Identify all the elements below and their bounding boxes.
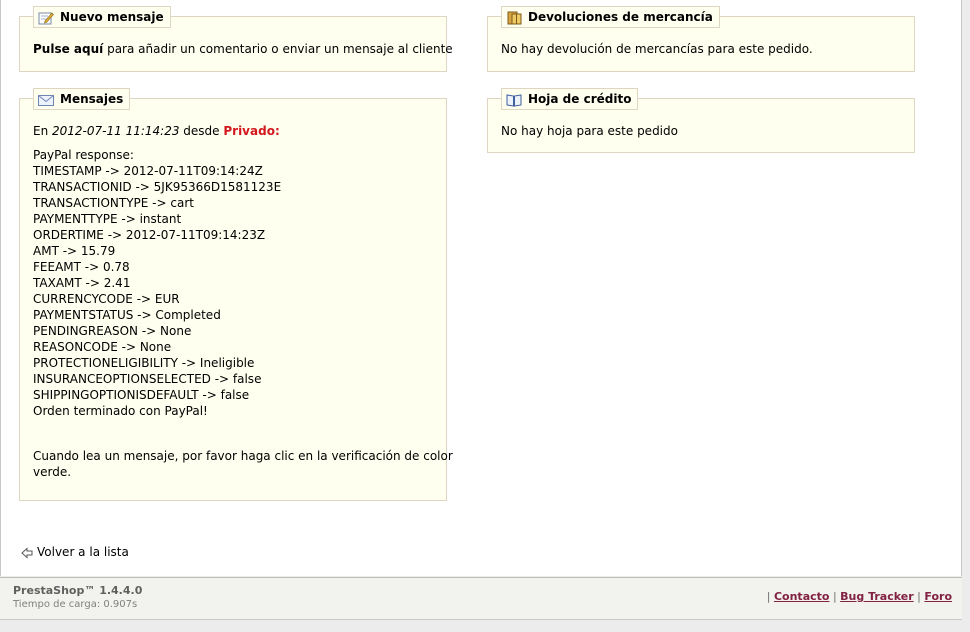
messages-box: Mensajes En 2012-07-11 11:14:23 desde Pr… (19, 88, 453, 501)
message-line: PAYMENTSTATUS -> Completed (33, 308, 221, 322)
message-line: CURRENCYCODE -> EUR (33, 292, 180, 306)
returns-box: Devoluciones de mercancía No hay devoluc… (487, 6, 915, 72)
footer-load-time: Tiempo de carga: 0.907s (13, 599, 138, 610)
new-message-legend: Nuevo mensaje (33, 6, 171, 28)
footer-separator: | (917, 590, 921, 603)
message-header: En 2012-07-11 11:14:23 desde Privado: (33, 123, 434, 139)
credit-slip-content: No hay hoja para este pedido (501, 123, 902, 139)
message-line: TRANSACTIONTYPE -> cart (33, 196, 194, 210)
private-label: Privado: (223, 124, 280, 138)
credit-slip-box: Hoja de crédito No hay hoja para este pe… (487, 88, 915, 153)
new-message-content: Pulse aquí para añadir un comentario o e… (33, 41, 453, 57)
message-date: 2012-07-11 11:14:23 (52, 124, 180, 138)
credit-slip-legend: Hoja de crédito (501, 88, 639, 110)
footer-link-foro[interactable]: Foro (924, 590, 952, 603)
envelope-icon (38, 93, 54, 107)
back-arrow-icon (21, 546, 33, 559)
footer: PrestaShop™ 1.4.4.0 Tiempo de carga: 0.9… (0, 577, 962, 620)
open-book-icon (506, 93, 522, 107)
message-line: Orden terminado con PayPal! (33, 404, 208, 418)
back-to-list-link[interactable]: Volver a la lista (21, 544, 129, 560)
message-note: Cuando lea un mensaje, por favor haga cl… (33, 449, 453, 463)
message-line: PENDINGREASON -> None (33, 324, 192, 338)
message-line: REASONCODE -> None (33, 340, 172, 354)
footer-link-contacto[interactable]: Contacto (774, 590, 829, 603)
message-line: SHIPPINGOPTIONISDEFAULT -> false (33, 388, 250, 402)
back-to-list-label[interactable]: Volver a la lista (37, 545, 129, 559)
new-message-link[interactable]: Pulse aquí para añadir un comentario o e… (33, 41, 453, 57)
message-line: TAXAMT -> 2.41 (33, 276, 131, 290)
messages-title: Mensajes (60, 92, 124, 106)
new-message-text: para añadir un comentario o enviar un me… (103, 42, 453, 56)
messages-legend: Mensajes (33, 88, 131, 110)
messages-content: En 2012-07-11 11:14:23 desde Privado: Pa… (33, 123, 453, 480)
footer-link-bug-tracker[interactable]: Bug Tracker (840, 590, 914, 603)
footer-separator: | (832, 590, 837, 603)
message-line: PAYMENTTYPE -> instant (33, 212, 182, 226)
credit-slip-title: Hoja de crédito (528, 92, 632, 106)
returns-title: Devoluciones de mercancía (528, 10, 713, 24)
returns-content: No hay devolución de mercancías para est… (501, 41, 902, 57)
returns-text: No hay devolución de mercancías para est… (501, 42, 813, 56)
message-line: INSURANCEOPTIONSELECTED -> false (33, 372, 262, 386)
message-line: PROTECTIONELIGIBILITY -> Ineligible (33, 356, 255, 370)
click-here-label[interactable]: Pulse aquí (33, 42, 103, 56)
footer-links: | Contacto | Bug Tracker | Foro (767, 590, 952, 603)
new-message-box: Nuevo mensaje Pulse aquí para añadir un … (19, 6, 453, 72)
page-body: Nuevo mensaje Pulse aquí para añadir un … (0, 0, 962, 576)
message-en-label: En (33, 124, 53, 138)
new-message-title: Nuevo mensaje (60, 10, 164, 24)
message-line: TIMESTAMP -> 2012-07-11T09:14:24Z (33, 164, 263, 178)
footer-separator: | (766, 590, 771, 603)
message-line: FEEAMT -> 0.78 (33, 260, 130, 274)
message-line: ORDERTIME -> 2012-07-11T09:14:23Z (33, 228, 266, 242)
footer-brand: PrestaShop™ 1.4.4.0 (13, 584, 143, 597)
returns-legend: Devoluciones de mercancía (501, 6, 720, 28)
pencil-note-icon (38, 11, 54, 25)
credit-slip-text: No hay hoja para este pedido (501, 124, 678, 138)
package-return-icon (506, 11, 522, 25)
message-desde-label: desde (179, 124, 224, 138)
message-line: AMT -> 15.79 (33, 244, 116, 258)
message-line: TRANSACTIONID -> 5JK95366D1581123E (33, 180, 282, 194)
message-line: PayPal response: (33, 148, 134, 162)
message-note: verde. (33, 465, 72, 479)
